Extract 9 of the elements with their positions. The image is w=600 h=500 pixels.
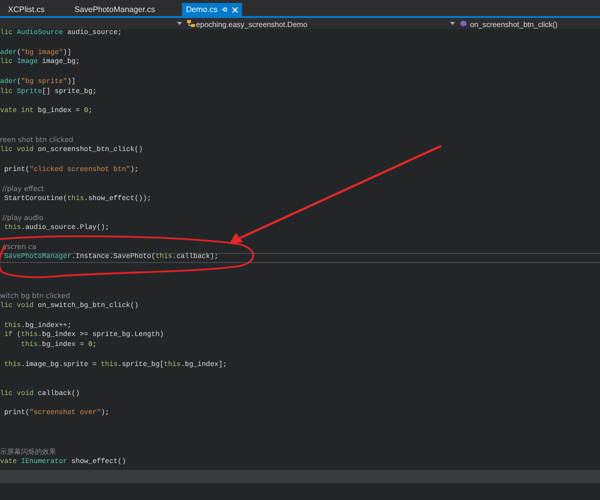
dropdown-caret-icon[interactable] <box>177 22 182 25</box>
editor-tab[interactable]: Demo.cs <box>182 3 242 16</box>
class-icon <box>187 20 195 27</box>
editor-tab[interactable]: SavePhotoManager.cs <box>72 3 157 16</box>
editor-tab[interactable]: XCPlist.cs <box>6 3 46 16</box>
pin-icon[interactable] <box>222 7 228 12</box>
close-icon[interactable] <box>232 6 238 12</box>
method-icon <box>460 20 467 27</box>
dropdown-caret-icon[interactable] <box>450 22 455 25</box>
